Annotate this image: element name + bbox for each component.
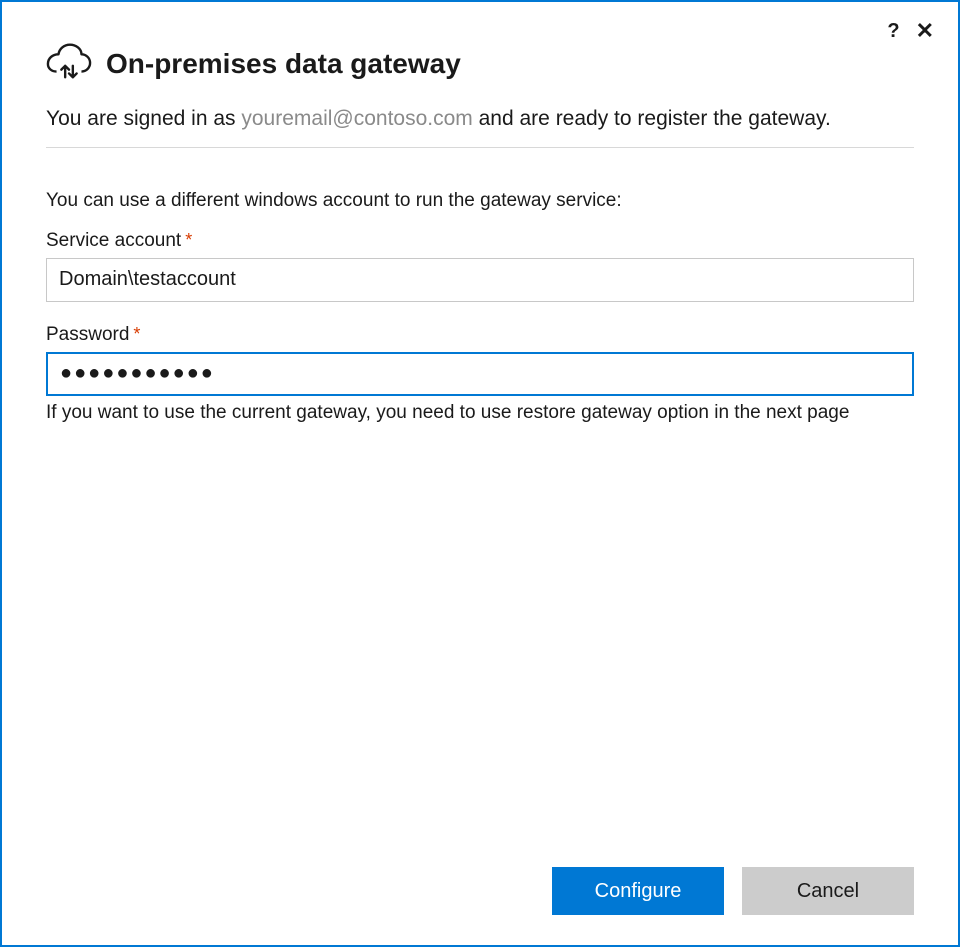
header: On-premises data gateway (46, 42, 914, 85)
page-title: On-premises data gateway (106, 48, 461, 80)
window-controls: ? ✕ (887, 18, 934, 44)
divider (46, 147, 914, 148)
configure-button[interactable]: Configure (552, 867, 724, 915)
cloud-gateway-icon (46, 42, 92, 85)
service-account-label: Service account* (46, 230, 914, 252)
service-account-label-text: Service account (46, 230, 181, 251)
signed-in-email: youremail@contoso.com (241, 107, 472, 130)
signed-in-suffix: and are ready to register the gateway. (473, 107, 831, 130)
cancel-button[interactable]: Cancel (742, 867, 914, 915)
help-icon[interactable]: ? (887, 20, 899, 43)
close-icon[interactable]: ✕ (916, 18, 934, 44)
restore-hint-text: If you want to use the current gateway, … (46, 402, 914, 424)
signed-in-message: You are signed in as youremail@contoso.c… (46, 103, 914, 135)
signed-in-prefix: You are signed in as (46, 107, 241, 130)
password-input[interactable]: ●●●●●●●●●●● (46, 352, 914, 396)
button-row: Configure Cancel (552, 867, 914, 915)
required-star-icon: * (133, 324, 140, 344)
password-label: Password* (46, 324, 914, 346)
instruction-text: You can use a different windows account … (46, 190, 914, 212)
gateway-config-window: ? ✕ On-premises data gateway You are sig… (2, 2, 958, 945)
service-account-input[interactable] (46, 258, 914, 302)
password-label-text: Password (46, 324, 129, 345)
required-star-icon: * (185, 230, 192, 250)
